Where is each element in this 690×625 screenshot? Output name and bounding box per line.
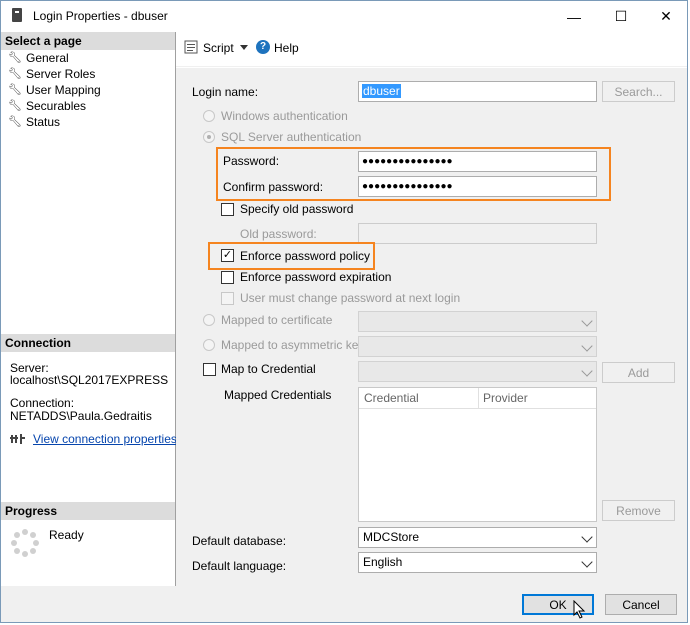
default-database-combo[interactable]: MDCStore [358, 527, 597, 548]
mapped-cert-label: Mapped to certificate [221, 313, 333, 327]
page-item-server-roles[interactable]: 🔧︎ Server Roles [8, 66, 95, 82]
windows-auth-label: Windows authentication [221, 109, 348, 123]
enforce-expiration-label: Enforce password expiration [240, 270, 392, 284]
minimize-button[interactable]: — [551, 2, 597, 31]
old-password-label: Old password: [240, 227, 317, 241]
default-language-combo[interactable]: English [358, 552, 597, 573]
script-dropdown-arrow-icon[interactable] [240, 45, 248, 50]
enforce-expiration-checkbox[interactable] [221, 271, 234, 284]
windows-auth-radio[interactable] [203, 110, 215, 122]
connection-label: Connection: [10, 396, 75, 410]
must-change-checkbox[interactable] [221, 292, 234, 305]
mapped-credentials-grid[interactable]: Credential Provider [358, 387, 597, 522]
server-value: localhost\SQL2017EXPRESS [10, 373, 169, 387]
default-language-value: English [363, 555, 403, 569]
wrench-icon: 🔧︎ [8, 52, 22, 64]
sql-auth-label: SQL Server authentication [221, 130, 362, 144]
page-item-label: Server Roles [26, 67, 96, 81]
mouse-cursor-icon [573, 599, 587, 620]
connection-properties-icon [10, 432, 26, 446]
add-credential-button[interactable]: Add [602, 362, 675, 383]
progress-heading: Progress [1, 502, 175, 520]
remove-credential-button[interactable]: Remove [602, 500, 675, 521]
default-language-label: Default language: [192, 559, 287, 573]
connection-value: NETADDS\Paula.Gedraitis [10, 409, 152, 423]
map-credential-label: Map to Credential [221, 362, 316, 376]
page-item-label: Securables [26, 99, 87, 113]
connection-heading: Connection [1, 334, 175, 352]
page-item-label: User Mapping [26, 83, 101, 97]
title-bar[interactable]: Login Properties - dbuser — ☐ ✕ [1, 1, 687, 31]
password-input[interactable]: ●●●●●●●●●●●●●●● [358, 151, 597, 172]
help-button[interactable]: Help [274, 41, 299, 55]
maximize-button[interactable]: ☐ [598, 2, 644, 31]
map-credential-checkbox[interactable] [203, 363, 216, 376]
sql-auth-radio[interactable] [203, 131, 215, 143]
mapped-cert-combo[interactable] [358, 311, 597, 332]
grid-column-credential[interactable]: Credential [364, 388, 419, 408]
toolbar [176, 32, 687, 67]
page-item-user-mapping[interactable]: 🔧︎ User Mapping [8, 82, 101, 98]
old-password-input[interactable] [358, 223, 597, 244]
grid-column-provider[interactable]: Provider [483, 388, 528, 408]
must-change-label: User must change password at next login [240, 291, 461, 305]
select-page-heading: Select a page [1, 32, 175, 50]
page-item-securables[interactable]: 🔧︎ Securables [8, 98, 86, 114]
enforce-policy-checkbox[interactable]: ✓ [221, 249, 234, 262]
grid-column-divider [478, 388, 479, 408]
default-database-label: Default database: [192, 534, 287, 548]
confirm-password-label: Confirm password: [223, 180, 324, 194]
progress-spinner-icon [10, 528, 40, 558]
password-label: Password: [223, 154, 280, 168]
default-database-value: MDCStore [363, 530, 420, 544]
window-title: Login Properties - dbuser [33, 9, 168, 23]
page-item-status[interactable]: 🔧︎ Status [8, 114, 60, 130]
enforce-policy-label: Enforce password policy [240, 249, 371, 263]
app-icon [12, 8, 22, 22]
wrench-icon: 🔧︎ [8, 68, 22, 80]
page-item-label: Status [26, 115, 61, 129]
search-button[interactable]: Search... [602, 81, 675, 102]
mapped-credentials-label: Mapped Credentials [224, 388, 332, 402]
script-button[interactable]: Script [203, 41, 234, 55]
login-name-value: dbuser [362, 84, 401, 98]
progress-status: Ready [49, 528, 84, 542]
mapped-asym-combo[interactable] [358, 336, 597, 357]
specify-old-password-checkbox[interactable] [221, 203, 234, 216]
page-item-general[interactable]: 🔧︎ General [8, 50, 69, 66]
cancel-button[interactable]: Cancel [605, 594, 677, 615]
login-name-label: Login name: [192, 85, 259, 99]
page-item-label: General [26, 51, 69, 65]
script-icon[interactable] [184, 40, 198, 54]
mapped-asym-radio[interactable] [203, 339, 215, 351]
close-button[interactable]: ✕ [643, 2, 689, 31]
login-name-input[interactable]: dbuser [358, 81, 597, 102]
wrench-icon: 🔧︎ [8, 100, 22, 112]
specify-old-password-label: Specify old password [240, 202, 354, 216]
grid-header: Credential Provider [359, 388, 596, 409]
wrench-icon: 🔧︎ [8, 84, 22, 96]
help-icon[interactable]: ? [256, 40, 270, 54]
mapped-cert-radio[interactable] [203, 314, 215, 326]
mapped-asym-label: Mapped to asymmetric key [221, 338, 365, 352]
credential-combo[interactable] [358, 361, 597, 382]
wrench-icon: 🔧︎ [8, 116, 22, 128]
view-connection-properties-link[interactable]: View connection properties [33, 432, 177, 446]
confirm-password-input[interactable]: ●●●●●●●●●●●●●●● [358, 176, 597, 197]
